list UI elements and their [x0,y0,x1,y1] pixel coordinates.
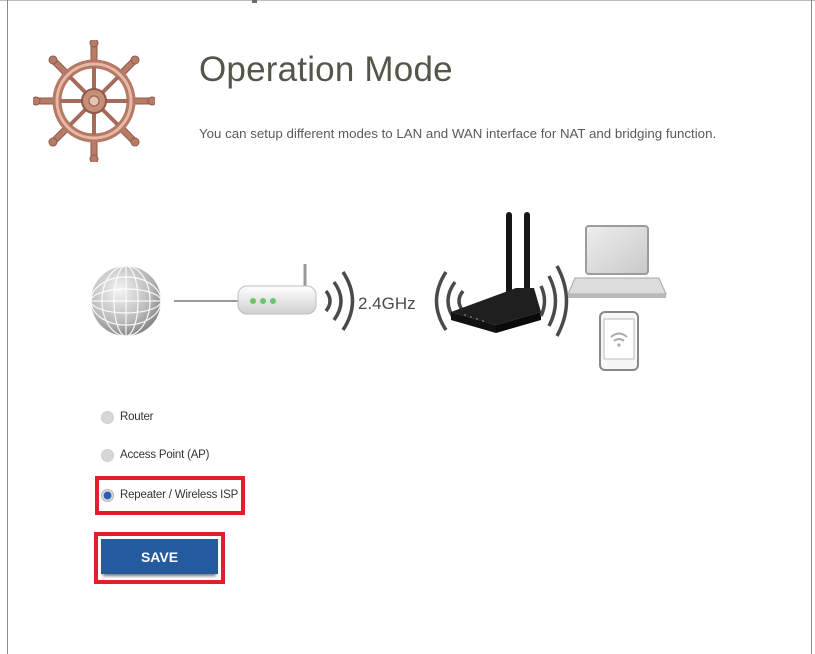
save-highlight-box: SAVE [94,532,225,584]
router-icon [451,212,541,333]
router-label: Router [120,411,154,423]
network-diagram: 2.4GHz [90,212,667,371]
window-right-border [811,0,812,654]
repeater-label: Repeater / Wireless ISP [120,489,239,501]
router-signal-waves-icon [539,265,569,337]
tablet-icon [599,311,639,371]
modem-icon [237,264,317,315]
window-left-border [7,0,8,654]
frequency-label: 2.4GHz [358,294,416,313]
signal-waves-right-icon [324,271,355,331]
window-caption-mark [252,0,257,3]
mode-option-access-point[interactable]: Access Point (AP) [101,444,261,466]
window-top-border [0,0,815,1]
mode-option-router[interactable]: Router [101,406,261,428]
globe-icon [90,265,162,337]
router-radio[interactable] [101,410,114,424]
save-button[interactable]: SAVE [101,539,218,574]
laptop-icon [567,225,667,298]
page-description: You can setup different modes to LAN and… [199,126,717,141]
mode-option-repeater[interactable]: Repeater / Wireless ISP [101,484,261,506]
page-title: Operation Mode [199,50,453,89]
access-point-radio[interactable] [101,448,114,462]
access-point-label: Access Point (AP) [120,449,210,461]
repeater-radio[interactable] [101,488,114,502]
ship-wheel-icon [33,40,155,162]
